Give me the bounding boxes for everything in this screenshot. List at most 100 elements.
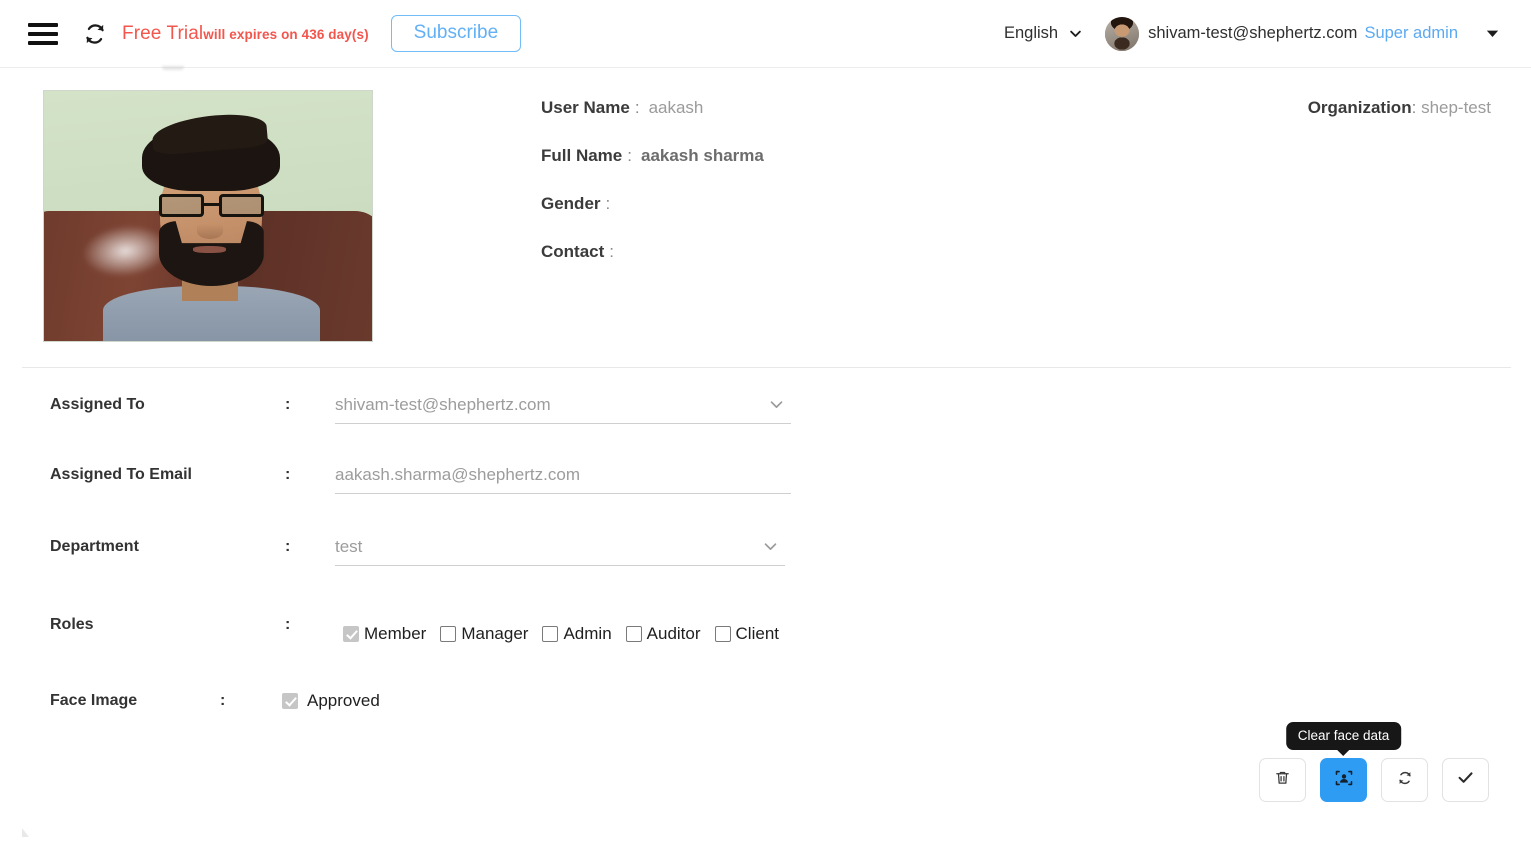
refresh-button-wrap (1381, 758, 1428, 802)
organization-info: Organization: shep-test (1308, 98, 1491, 118)
check-icon (1456, 768, 1475, 792)
detail-separator: : (627, 146, 632, 165)
roles-colon: : (285, 616, 291, 633)
refresh-button[interactable] (1381, 758, 1428, 802)
organization-separator: : (1411, 98, 1417, 117)
organization-label: Organization (1307, 98, 1412, 117)
roles-label: Roles (50, 616, 94, 633)
department-colon: : (285, 538, 291, 555)
free-trial-note: will expires on 436 day(s) (203, 26, 369, 42)
face-image-approved-checkbox[interactable]: Approved (282, 684, 1501, 711)
assigned-to-colon: : (285, 396, 291, 413)
face-photo (43, 90, 373, 342)
photo-glasses (158, 193, 264, 218)
role-label: Manager (461, 624, 529, 643)
sync-refresh-icon[interactable] (82, 21, 108, 47)
language-selector[interactable]: English (1004, 24, 1083, 43)
form-row-assigned-to-email: Assigned To Email : (50, 458, 1501, 494)
scrolled-content-stub (0, 66, 1531, 90)
face-image-label: Face Image (50, 692, 138, 709)
avatar[interactable] (1105, 16, 1140, 51)
detail-value: aakash sharma (640, 146, 764, 165)
assigned-to-email-control (335, 458, 1501, 494)
detail-label: Contact (541, 242, 605, 261)
confirm-button-wrap (1442, 758, 1489, 802)
face-image-colon: : (220, 692, 226, 709)
top-header-bar: Free Trialwill expires on 436 day(s) Sub… (0, 0, 1531, 68)
page-bottom-marker (22, 828, 29, 837)
detail-label: User Name (541, 98, 630, 117)
section-divider (22, 367, 1511, 368)
assigned-to-select[interactable]: shivam-test@shephertz.com (335, 388, 791, 424)
scroll-nub (162, 66, 184, 70)
detail-row-fullname: Full Name : aakash sharma (541, 146, 1501, 166)
face-image-control: Approved (282, 684, 1501, 711)
form-row-assigned-to: Assigned To : shivam-test@shephertz.com (50, 388, 1501, 424)
role-checkbox-admin[interactable]: Admin (542, 624, 612, 644)
refresh-icon (1396, 769, 1414, 792)
action-button-bar: Clear face data (1259, 721, 1489, 802)
profile-section: User Name : aakash Full Name : aakash sh… (0, 90, 1531, 342)
assigned-to-email-field[interactable] (335, 458, 791, 494)
checkbox-box (440, 626, 457, 642)
caret-down-icon[interactable] (1484, 25, 1501, 42)
role-label: Auditor (646, 624, 701, 643)
form-row-face-image: Face Image : Approved (50, 684, 1501, 711)
free-trial-notice: Free Trialwill expires on 436 day(s) (122, 23, 369, 45)
detail-separator: : (634, 98, 640, 117)
assigned-to-label: Assigned To (50, 396, 145, 413)
free-trial-title: Free Trial (122, 22, 204, 44)
department-select[interactable]: test (335, 530, 785, 566)
chevron-down-icon (762, 537, 779, 554)
role-checkbox-member[interactable]: Member (343, 624, 426, 644)
role-checkbox-manager[interactable]: Manager (440, 624, 528, 644)
checkbox-box (542, 626, 559, 642)
hamburger-menu-icon[interactable] (28, 22, 58, 45)
hamburger-bar (28, 22, 58, 27)
department-label: Department (50, 538, 139, 555)
photo-sofa-highlight (80, 221, 172, 281)
user-form: Assigned To : shivam-test@shephertz.com … (0, 388, 1531, 711)
chevron-down-icon (1068, 26, 1083, 41)
roles-checkbox-group: Member Manager Admin Auditor Client (335, 608, 1501, 644)
detail-label: Gender (541, 194, 601, 213)
organization-value: shep-test (1421, 98, 1491, 117)
detail-separator: : (609, 242, 615, 261)
account-email-label: shivam-test@shephertz.com (1148, 24, 1358, 42)
form-row-department: Department : test (50, 530, 1501, 566)
role-label: Admin (563, 624, 612, 643)
detail-row-gender: Gender : (541, 194, 1501, 214)
detail-value: aakash (648, 98, 704, 117)
role-checkbox-auditor[interactable]: Auditor (625, 624, 701, 644)
detail-row-contact: Contact : (541, 242, 1501, 262)
roles-control: Member Manager Admin Auditor Client (335, 608, 1501, 644)
subscribe-button[interactable]: Subscribe (390, 15, 522, 52)
assigned-to-control: shivam-test@shephertz.com (335, 388, 1501, 424)
trash-icon (1274, 769, 1291, 792)
checkbox-box (343, 626, 359, 642)
checkbox-box (714, 626, 731, 642)
photo-mouth (193, 246, 227, 253)
department-control: test (335, 530, 1501, 566)
avatar-image (1105, 16, 1140, 51)
department-value: test (335, 536, 363, 556)
clear-face-data-button-wrap: Clear face data (1285, 721, 1402, 802)
photo-glasses-lens-right (218, 193, 264, 218)
role-label: Member (364, 624, 427, 643)
form-row-roles: Roles : Member Manager Admin Auditor Cli… (50, 608, 1501, 644)
account-role-link[interactable]: Super admin (1364, 24, 1458, 43)
confirm-button[interactable] (1442, 758, 1489, 802)
header-right-cluster: English shivam-test@shephertz.com Super … (1004, 16, 1501, 51)
photo-glasses-bridge (203, 202, 219, 206)
assigned-to-email-input[interactable] (335, 464, 791, 485)
clear-face-data-button[interactable] (1320, 758, 1367, 802)
chevron-down-icon (768, 395, 785, 412)
assigned-to-email-label: Assigned To Email (50, 466, 192, 483)
face-image-approved-label: Approved (307, 691, 380, 710)
checkbox-box (282, 693, 298, 709)
role-checkbox-client[interactable]: Client (714, 624, 779, 644)
assigned-to-email-colon: : (285, 466, 291, 483)
clear-face-data-tooltip: Clear face data (1285, 721, 1402, 750)
role-label: Client (735, 624, 779, 643)
delete-button[interactable] (1259, 758, 1306, 802)
